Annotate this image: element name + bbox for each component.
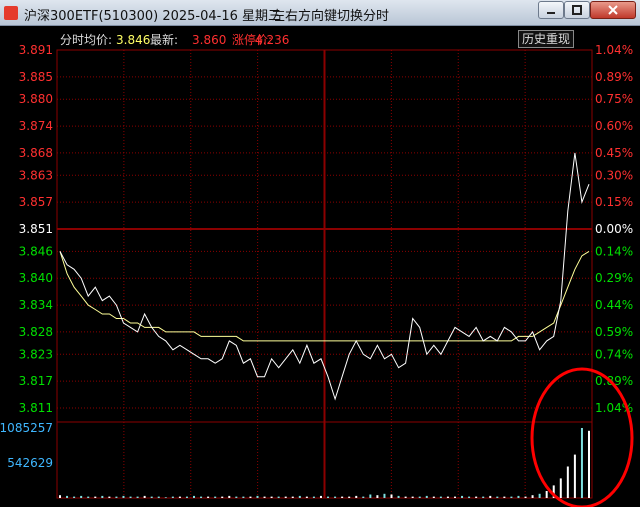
close-icon	[608, 5, 618, 15]
keyboard-hint: 左右方向键切换分时	[272, 9, 390, 24]
price-axis-labels: 3.891 3.885 3.880 3.874 3.868 3.863 3.857 3.851…	[19, 43, 53, 415]
percent-tick-label: 0.75%	[595, 92, 633, 106]
price-tick-label: 3.885	[19, 70, 53, 84]
price-tick-label: 3.846	[19, 244, 53, 258]
price-tick-label: 3.834	[19, 298, 53, 312]
avg-price-label: 均价:	[84, 33, 112, 47]
price-tick-label: 3.891	[19, 43, 53, 57]
limit-up-value: 4.236	[255, 33, 289, 47]
price-tick-label: 3.880	[19, 92, 53, 106]
percent-tick-label: 1.04%	[595, 43, 633, 57]
percent-tick-label: 0.74%	[595, 347, 633, 361]
history-replay-button[interactable]: 历史重现	[518, 30, 574, 48]
minimize-icon	[547, 12, 555, 14]
price-tick-label: 3.817	[19, 374, 53, 388]
price-tick-label: 3.851	[19, 222, 53, 236]
chart-grid	[56, 49, 593, 499]
percent-tick-label: 0.44%	[595, 298, 633, 312]
avg-price-value: 3.846	[116, 33, 150, 47]
volume-axis-labels: 1085257 542629	[0, 421, 53, 470]
price-tick-label: 3.874	[19, 119, 53, 133]
title-bar: 沪深300ETF(510300) 2025-04-16 星期三 左右方向键切换分…	[0, 0, 640, 26]
maximize-button[interactable]	[564, 1, 590, 19]
percent-tick-label: 0.60%	[595, 119, 633, 133]
price-tick-label: 3.868	[19, 146, 53, 160]
volume-tick-label: 1085257	[0, 421, 53, 435]
header-label: 分时	[60, 33, 84, 47]
percent-tick-label: 0.29%	[595, 271, 633, 285]
percent-axis-labels: 1.04% 0.89% 0.75% 0.60% 0.45% 0.30% 0.15% 0.00%…	[595, 43, 633, 415]
window-title: 沪深300ETF(510300) 2025-04-16 星期三	[24, 9, 282, 24]
price-tick-label: 3.823	[19, 347, 53, 361]
last-price-value: 3.860	[192, 33, 226, 47]
minimize-button[interactable]	[538, 1, 564, 19]
price-tick-label: 3.857	[19, 195, 53, 209]
price-tick-label: 3.840	[19, 271, 53, 285]
percent-tick-label: 0.00%	[595, 222, 633, 236]
close-button[interactable]	[590, 1, 636, 19]
percent-tick-label: 0.59%	[595, 325, 633, 339]
percent-tick-label: 0.45%	[595, 146, 633, 160]
intraday-chart[interactable]: 3.891 3.885 3.880 3.874 3.868 3.863 3.857 3.851…	[0, 26, 640, 507]
percent-tick-label: 0.15%	[595, 195, 633, 209]
volume-tick-label: 542629	[7, 456, 53, 470]
maximize-icon	[572, 5, 582, 15]
percent-tick-label: 0.14%	[595, 244, 633, 258]
price-tick-label: 3.863	[19, 168, 53, 182]
percent-tick-label: 0.30%	[595, 168, 633, 182]
app-icon	[4, 6, 18, 20]
price-tick-label: 3.811	[19, 401, 53, 415]
percent-tick-label: 0.89%	[595, 70, 633, 84]
price-tick-label: 3.828	[19, 325, 53, 339]
last-price-label: 最新:	[150, 32, 178, 47]
